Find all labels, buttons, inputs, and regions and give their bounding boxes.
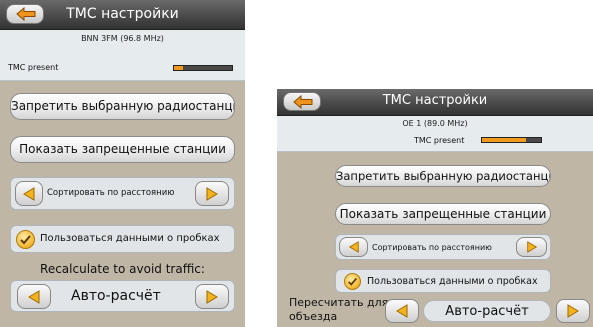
sort-selector: Сортировать по расстоянию [10, 177, 235, 210]
tmc-signal-bar [481, 137, 542, 143]
title-bar: TMC настройки [277, 89, 593, 116]
use-traffic-toggle[interactable]: Пользоваться данными о пробках [10, 225, 235, 253]
recalc-mode-value: Авто-расчёт [71, 288, 161, 304]
station-name: OE 1 (89.0 MHz) [402, 119, 468, 128]
recalc-label-line2: объезда [289, 310, 338, 323]
use-traffic-toggle[interactable]: Пользоваться данными о пробках [335, 269, 551, 293]
recalc-next-button[interactable] [556, 299, 590, 323]
page-title: TMC настройки [382, 93, 488, 108]
title-bar: TMC настройки [0, 0, 245, 30]
recalc-label: Пересчитать для объезда [289, 296, 388, 324]
show-blocked-stations-button[interactable]: Показать запрещенные станции [10, 136, 235, 163]
recalc-selector: Авто-расчёт [10, 280, 235, 312]
sort-mode-label: Сортировать по расстоянию [372, 243, 492, 252]
checkmark-icon [344, 273, 361, 290]
recalc-prev-button[interactable] [17, 284, 51, 309]
sort-prev-button[interactable] [15, 181, 43, 206]
sort-mode-label: Сортировать по расстоянию [47, 188, 175, 198]
station-info-panel: BNN 3FM (96.8 MHz) TMC present [0, 30, 245, 81]
tmc-status-label: TMC present [414, 136, 465, 145]
recalc-next-button[interactable] [195, 284, 229, 309]
checkmark-icon [16, 230, 35, 249]
station-info-panel: OE 1 (89.0 MHz) TMC present [277, 116, 593, 152]
recalc-prev-button[interactable] [385, 299, 419, 323]
recalc-mode-value: Авто-расчёт [445, 304, 529, 319]
page-title: TMC настройки [66, 6, 179, 22]
station-name: BNN 3FM (96.8 MHz) [81, 34, 164, 43]
sort-next-button[interactable] [516, 237, 547, 257]
tmc-settings-screen-small: TMC настройки OE 1 (89.0 MHz) TMC presen… [277, 89, 593, 327]
sort-next-button[interactable] [195, 181, 229, 206]
block-station-button[interactable]: Запретить выбранную радиостанцию [335, 165, 551, 187]
sort-prev-button[interactable] [339, 237, 368, 257]
block-station-button[interactable]: Запретить выбранную радиостанцию [10, 93, 235, 120]
recalc-label: Recalculate to avoid traffic: [40, 262, 205, 276]
use-traffic-label: Пользоваться данными о пробках [40, 233, 220, 244]
tmc-status-label: TMC present [8, 63, 59, 72]
recalc-selector: Авто-расчёт [423, 300, 551, 322]
recalc-label-line1: Пересчитать для [289, 296, 389, 309]
use-traffic-label: Пользоваться данными о пробках [367, 276, 538, 287]
tmc-signal-fill [482, 138, 527, 142]
show-blocked-stations-button[interactable]: Показать запрещенные станции [335, 203, 551, 225]
tmc-signal-fill [174, 66, 183, 70]
tmc-settings-screen-large: TMC настройки BNN 3FM (96.8 MHz) TMC pre… [0, 0, 245, 327]
sort-selector: Сортировать по расстоянию [335, 234, 551, 260]
tmc-signal-bar [173, 65, 233, 71]
